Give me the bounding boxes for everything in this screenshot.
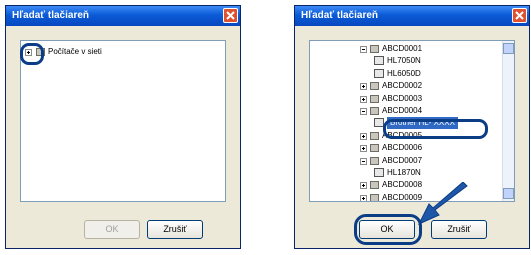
tree-item-label: HL7050N: [387, 56, 421, 66]
computer-icon: [370, 144, 379, 153]
computer-icon: [370, 107, 379, 115]
computer-icon: [370, 193, 379, 201]
computer-icon: [370, 45, 379, 53]
cancel-button[interactable]: Zrušiť: [431, 220, 487, 239]
expand-plus-icon[interactable]: [360, 145, 367, 153]
network-tree-panel[interactable]: Počítače v sieti: [20, 40, 226, 202]
computer-icon: [370, 131, 379, 140]
collapse-minus-icon[interactable]: [360, 108, 367, 115]
title-bar[interactable]: Hľadať tlačiareň: [6, 6, 240, 26]
printer-icon: [374, 56, 384, 66]
tree-item-label: ABCD0004: [382, 106, 423, 115]
tree-item-label: ABCD0006: [382, 143, 423, 153]
printer-icon: [374, 68, 384, 78]
expand-plus-icon[interactable]: [360, 95, 367, 103]
printer-icon: [374, 168, 384, 177]
scroll-up-icon[interactable]: [503, 43, 514, 54]
expand-plus-icon[interactable]: [360, 132, 367, 140]
dialog-title: Hľadať tlačiareň: [12, 10, 90, 21]
tree-root-label: Počítače v sieti: [48, 47, 102, 56]
tree-item-label: HL1870N: [387, 168, 421, 177]
vertical-scrollbar[interactable]: [502, 41, 514, 201]
tree-item-label: ABCD0007: [382, 155, 423, 165]
tree-item-label: ABCD0001: [382, 44, 423, 53]
expand-plus-icon[interactable]: [360, 194, 367, 201]
close-icon[interactable]: [223, 8, 238, 23]
collapse-minus-icon[interactable]: [360, 157, 367, 165]
find-printer-dialog-left: Hľadať tlačiareň Počítače v sieti OK Zru…: [5, 5, 241, 249]
expand-plus-icon[interactable]: [360, 182, 367, 190]
title-bar[interactable]: Hľadať tlačiareň: [295, 6, 529, 26]
close-icon[interactable]: [512, 8, 527, 23]
expand-plus-icon[interactable]: [360, 83, 367, 91]
selection-callout: [383, 119, 488, 139]
cancel-button[interactable]: Zrušiť: [147, 220, 203, 239]
find-printer-dialog-right: Hľadať tlačiareň ABCD0001 HL7050N HL6050D A…: [294, 5, 530, 249]
tree-item-label: ABCD0002: [382, 81, 423, 91]
tree-item-label: HL6050D: [387, 68, 421, 78]
computer-icon: [370, 82, 379, 91]
computer-icon: [370, 181, 379, 190]
highlight-callout: [20, 43, 44, 65]
ok-button[interactable]: OK: [84, 220, 140, 239]
collapse-minus-icon[interactable]: [360, 46, 367, 53]
computer-icon: [370, 156, 379, 165]
scroll-down-icon[interactable]: [503, 188, 514, 199]
tree-item-label: ABCD0003: [382, 93, 423, 103]
computer-icon: [370, 94, 379, 103]
dialog-title: Hľadať tlačiareň: [301, 10, 379, 21]
ok-button[interactable]: OK: [359, 220, 415, 239]
